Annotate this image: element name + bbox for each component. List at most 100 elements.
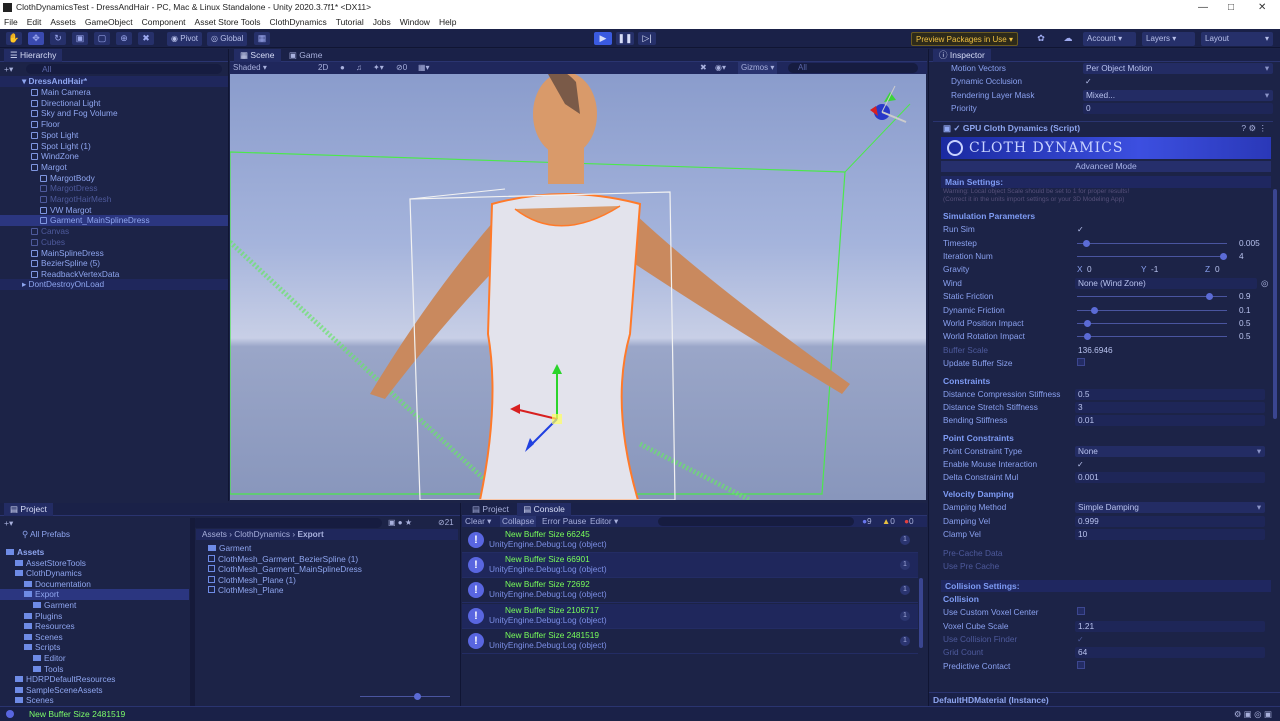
slider-knob[interactable]	[1084, 333, 1092, 341]
gizmos-dropdown[interactable]: Gizmos ▾	[738, 62, 778, 74]
menu-item-jobs[interactable]: Jobs	[373, 15, 391, 29]
custom-tool-icon[interactable]: ✖	[138, 32, 154, 45]
console-entry[interactable]: ! New Buffer Size 72692 UnityEngine.Debug:…	[462, 578, 918, 604]
inspector-scrollbar[interactable]	[1273, 189, 1277, 419]
property-field[interactable]: 136.6946	[1075, 345, 1265, 356]
menu-item-asset-store-tools[interactable]: Asset Store Tools	[195, 15, 261, 29]
hierarchy-item[interactable]: WindZone	[0, 151, 228, 162]
maximize-icon[interactable]: □	[1228, 0, 1234, 15]
console-entry[interactable]: ! New Buffer Size 66245 UnityEngine.Debug:…	[462, 528, 918, 553]
tab-console[interactable]: ▤ Console	[517, 503, 571, 516]
hierarchy-item[interactable]: Margot	[0, 162, 228, 173]
slider-knob[interactable]	[1091, 306, 1099, 314]
collapse-button[interactable]: Collapse	[500, 516, 537, 527]
property-slider[interactable]	[1077, 320, 1227, 327]
slider-value[interactable]: 0.1	[1239, 304, 1251, 317]
project-file[interactable]: Garment	[208, 543, 251, 554]
property-checkbox[interactable]: ✓	[1077, 458, 1084, 471]
tab-project[interactable]: ▤ Project	[4, 503, 53, 516]
project-tree-item[interactable]: ClothDynamics	[0, 568, 189, 579]
project-tree-item[interactable]: Scripts	[0, 642, 189, 653]
property-field[interactable]: 0	[1083, 102, 1273, 114]
all-prefabs[interactable]: ⚲ All Prefabs	[22, 529, 70, 540]
hierarchy-item[interactable]: Directional Light	[0, 98, 228, 109]
hierarchy-item[interactable]: VW Margot	[0, 205, 228, 216]
project-file[interactable]: ClothMesh_Plane (1)	[208, 575, 296, 586]
move-tool-icon[interactable]: ✥	[28, 32, 44, 45]
project-tree-item[interactable]: Tools	[0, 664, 189, 675]
menu-item-component[interactable]: Component	[142, 15, 186, 29]
slider-value[interactable]: 4	[1239, 250, 1244, 263]
property-field[interactable]: 0.5	[1075, 388, 1265, 400]
project-tree-item[interactable]: Scenes	[0, 695, 189, 706]
vector-y-field[interactable]: -1	[1151, 263, 1158, 276]
project-add-icon[interactable]: +▾	[4, 518, 13, 529]
breadcrumb-item[interactable]: Assets	[202, 529, 227, 539]
project-tree-item[interactable]: AssetStoreTools	[0, 558, 189, 569]
property-checkbox[interactable]	[1077, 357, 1085, 370]
slider-value[interactable]: 0.005	[1239, 237, 1260, 250]
object-field[interactable]: None (Wind Zone)	[1075, 277, 1257, 289]
property-field[interactable]: 0.01	[1075, 415, 1265, 427]
material-footer[interactable]: DefaultHDMaterial (Instance)	[929, 692, 1280, 706]
global-button[interactable]: ◎ Global	[207, 32, 248, 46]
info-count-badge[interactable]: ●9	[862, 516, 872, 527]
project-tree-item[interactable]: Export	[0, 589, 189, 600]
error-pause-button[interactable]: Error Pause	[542, 516, 586, 527]
scene-viewport[interactable]	[230, 74, 926, 500]
project-tree-item[interactable]: SampleSceneAssets	[0, 685, 189, 696]
hierarchy-item[interactable]: BezierSpline (5)	[0, 258, 228, 269]
hierarchy-item[interactable]: Main Camera	[0, 87, 228, 98]
property-slider[interactable]	[1077, 333, 1227, 341]
property-slider[interactable]	[1077, 239, 1227, 247]
property-field[interactable]: 1.21	[1075, 620, 1265, 632]
project-filter-icons[interactable]: ▣ ● ★	[388, 518, 412, 527]
menu-item-file[interactable]: File	[4, 15, 18, 29]
console-entry[interactable]: ! New Buffer Size 2106717 UnityEngine.Debu…	[462, 603, 918, 629]
project-tree-item[interactable]: Garment	[0, 600, 189, 611]
camera-icon[interactable]: ◉▾	[715, 62, 726, 74]
project-file[interactable]: ClothMesh_Garment_BezierSpline (1)	[208, 554, 358, 565]
property-checkbox[interactable]: ✓	[1085, 75, 1092, 88]
hierarchy-item[interactable]: Canvas	[0, 226, 228, 237]
hierarchy-search-input[interactable]: All	[26, 64, 222, 74]
property-field[interactable]: 64	[1075, 647, 1265, 659]
property-dropdown[interactable]: None	[1075, 445, 1265, 457]
component-header[interactable]: ▣ ✓ GPU Cloth Dynamics (Script) ? ⚙ ⋮	[933, 121, 1273, 134]
shading-dropdown[interactable]: Shaded ▾	[233, 62, 267, 74]
slider-value[interactable]: 0.5	[1239, 317, 1251, 330]
property-dropdown[interactable]: Per Object Motion	[1083, 63, 1273, 74]
add-icon[interactable]: +▾	[4, 64, 18, 74]
hierarchy-item[interactable]: Floor	[0, 119, 228, 130]
grid-snap-icon[interactable]: ▦	[254, 32, 270, 45]
property-dropdown[interactable]: Mixed...	[1083, 89, 1273, 101]
component-menu-icon[interactable]: ? ⚙ ⋮	[1241, 122, 1267, 135]
project-file[interactable]: ClothMesh_Garment_MainSplineDress	[208, 564, 362, 575]
collab-icon[interactable]: ✿	[1033, 32, 1049, 45]
property-checkbox[interactable]: ✓	[1077, 223, 1084, 236]
console-entry[interactable]: ! New Buffer Size 66901 UnityEngine.Debug:…	[462, 553, 918, 579]
object-picker-icon[interactable]: ◎	[1261, 277, 1268, 290]
project-tree-item[interactable]: HDRPDefaultResources	[0, 674, 189, 685]
preview-packages-button[interactable]: Preview Packages in Use ▾	[911, 32, 1018, 46]
hierarchy-item[interactable]: Garment_MainSplineDress	[0, 215, 228, 227]
transform-tool-icon[interactable]: ⊕	[116, 32, 132, 45]
hierarchy-item[interactable]: MargotBody	[0, 173, 228, 184]
tools-icon[interactable]: ✖	[700, 62, 707, 74]
project-tree-item[interactable]: Documentation	[0, 579, 189, 590]
slider-knob[interactable]	[1220, 253, 1227, 260]
hierarchy-item[interactable]: Sky and Fog Volume	[0, 108, 228, 119]
project-search-input[interactable]	[192, 518, 382, 528]
scene-root[interactable]: ▾ DressAndHair*	[0, 76, 228, 87]
menu-item-window[interactable]: Window	[400, 15, 430, 29]
hand-tool-icon[interactable]: ✋	[6, 32, 22, 45]
status-message[interactable]: New Buffer Size 2481519	[29, 709, 125, 719]
icon-size-slider[interactable]	[360, 693, 450, 700]
property-slider[interactable]	[1077, 293, 1227, 301]
slider-knob[interactable]	[1205, 293, 1213, 301]
vector-x-field[interactable]: 0	[1087, 263, 1092, 276]
play-button[interactable]: ▶	[594, 32, 612, 45]
hierarchy-item[interactable]: MargotHairMesh	[0, 194, 228, 205]
hidden-packages-icon[interactable]: ⊘21	[438, 518, 454, 527]
project-tree-item[interactable]: Assets	[0, 547, 189, 558]
